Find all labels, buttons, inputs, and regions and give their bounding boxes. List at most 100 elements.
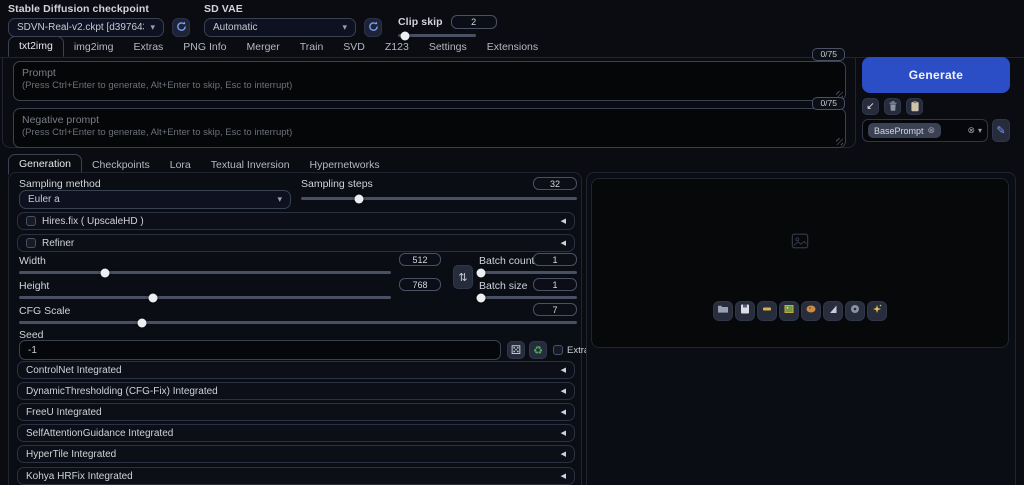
- output-gallery: [591, 178, 1009, 348]
- refiner-checkbox[interactable]: [26, 238, 36, 248]
- hires-fix-accordion[interactable]: Hires.fix ( UpscaleHD ) ◀: [17, 212, 575, 230]
- negative-prompt-textarea[interactable]: Negative prompt (Press Ctrl+Enter to gen…: [13, 108, 846, 148]
- sampling-steps-label: Sampling steps: [301, 178, 373, 190]
- upscale-button[interactable]: [867, 301, 887, 321]
- tab-extras[interactable]: Extras: [124, 38, 174, 57]
- checkpoint-dropdown[interactable]: SDVN-Real-v2.ckpt [d3976436e9] ▾: [8, 18, 164, 37]
- accordion-kohya-hrfix[interactable]: Kohya HRFix Integrated ◀: [17, 467, 575, 485]
- tab-z123[interactable]: Z123: [375, 38, 419, 57]
- save-image-button[interactable]: [735, 301, 755, 321]
- accordion-controlnet[interactable]: ControlNet Integrated ◀: [17, 361, 575, 379]
- generate-button[interactable]: Generate: [862, 57, 1010, 93]
- height-slider[interactable]: [19, 296, 391, 299]
- collapse-icon: ◀: [561, 472, 566, 480]
- clip-skip-label: Clip skip: [398, 16, 443, 28]
- open-folder-button[interactable]: [713, 301, 733, 321]
- refresh-icon: [368, 19, 379, 37]
- width-input[interactable]: [399, 253, 441, 266]
- collapse-icon: ◀: [561, 408, 566, 416]
- send-to-extras-button[interactable]: [823, 301, 843, 321]
- palette-icon: [805, 302, 817, 320]
- chevron-down-icon: ▾: [342, 22, 347, 33]
- negative-prompt-token-counter: 0/75: [812, 97, 845, 110]
- random-seed-button[interactable]: ⚄: [507, 341, 525, 359]
- accordion-self-attention-guidance[interactable]: SelfAttentionGuidance Integrated ◀: [17, 424, 575, 442]
- collapse-icon: ◀: [561, 239, 566, 247]
- tab-svd[interactable]: SVD: [333, 38, 375, 57]
- sampling-steps-slider[interactable]: [301, 197, 577, 200]
- vae-dropdown[interactable]: Automatic ▾: [204, 18, 356, 37]
- save-zip-button[interactable]: [757, 301, 777, 321]
- main-tab-bar: txt2img img2img Extras PNG Info Merger T…: [0, 38, 1024, 58]
- cfg-scale-input[interactable]: [533, 303, 577, 316]
- vae-value: Automatic: [213, 22, 257, 33]
- seed-input[interactable]: [19, 340, 501, 360]
- slider-thumb[interactable]: [137, 318, 146, 327]
- refresh-icon: [176, 19, 187, 37]
- tab-png-info[interactable]: PNG Info: [173, 38, 236, 57]
- hires-fix-checkbox[interactable]: [26, 216, 36, 226]
- sampling-method-dropdown[interactable]: Euler a ▾: [19, 190, 291, 209]
- generate-column: Generate ↙ BasePrompt ⊗ ⊗ ▾: [862, 57, 1010, 142]
- style-chip[interactable]: BasePrompt ⊗: [868, 123, 941, 138]
- reuse-seed-button[interactable]: ♻: [529, 341, 547, 359]
- accordion-freeu[interactable]: FreeU Integrated ◀: [17, 403, 575, 421]
- clip-skip-slider[interactable]: [398, 34, 476, 37]
- tab-extensions[interactable]: Extensions: [477, 38, 548, 57]
- remove-style-icon[interactable]: ⊗: [928, 125, 936, 136]
- save-icon: [739, 302, 751, 320]
- tab-img2img[interactable]: img2img: [64, 38, 124, 57]
- slider-thumb[interactable]: [476, 293, 485, 302]
- prompt-token-counter: 0/75: [812, 48, 845, 61]
- tab-train[interactable]: Train: [290, 38, 334, 57]
- recycle-icon: ♻: [533, 344, 543, 357]
- slider-thumb[interactable]: [354, 194, 363, 203]
- apply-styles-button[interactable]: [906, 98, 923, 115]
- sampling-steps-input[interactable]: [533, 177, 577, 190]
- refiner-label: Refiner: [42, 238, 74, 249]
- send-to-canvas-button[interactable]: [845, 301, 865, 321]
- image-icon: [783, 302, 795, 320]
- slider-thumb[interactable]: [148, 293, 157, 302]
- trash-icon: [888, 100, 898, 114]
- output-panel: [586, 172, 1016, 485]
- gallery-toolbar: [713, 301, 887, 321]
- send-to-inpaint-button[interactable]: [801, 301, 821, 321]
- batch-count-input[interactable]: [533, 253, 577, 266]
- accordion-dynamic-thresholding[interactable]: DynamicThresholding (CFG-Fix) Integrated…: [17, 382, 575, 400]
- width-slider[interactable]: [19, 271, 391, 274]
- refiner-accordion[interactable]: Refiner ◀: [17, 234, 575, 252]
- sampling-method-label: Sampling method: [19, 178, 101, 190]
- accordion-label: SelfAttentionGuidance Integrated: [26, 428, 173, 439]
- swap-dimensions-button[interactable]: ⇅: [453, 265, 473, 289]
- prompt-textarea[interactable]: Prompt (Press Ctrl+Enter to generate, Al…: [13, 61, 846, 101]
- batch-size-input[interactable]: [533, 278, 577, 291]
- cfg-scale-slider[interactable]: [19, 321, 577, 324]
- batch-count-slider[interactable]: [479, 271, 577, 274]
- clipboard-icon: [910, 100, 920, 114]
- refresh-checkpoint-button[interactable]: [172, 18, 190, 37]
- clear-prompt-button[interactable]: [884, 98, 901, 115]
- accordion-label: HyperTile Integrated: [26, 449, 116, 460]
- tab-settings[interactable]: Settings: [419, 38, 477, 57]
- batch-size-slider[interactable]: [479, 296, 577, 299]
- accordion-hypertile[interactable]: HyperTile Integrated ◀: [17, 445, 575, 463]
- clear-styles-icon[interactable]: ⊗: [967, 125, 975, 136]
- clip-skip-input[interactable]: [451, 15, 497, 29]
- refresh-vae-button[interactable]: [364, 18, 382, 37]
- extra-seed-checkbox[interactable]: [553, 345, 563, 355]
- slider-thumb[interactable]: [476, 268, 485, 277]
- tab-txt2img[interactable]: txt2img: [8, 36, 64, 57]
- height-input[interactable]: [399, 278, 441, 291]
- chevron-down-icon[interactable]: ▾: [978, 126, 982, 135]
- resize-grip-icon[interactable]: [836, 138, 843, 145]
- paste-generation-params-button[interactable]: ↙: [862, 98, 879, 115]
- collapse-icon: ◀: [561, 366, 566, 374]
- slider-thumb[interactable]: [100, 268, 109, 277]
- negative-prompt-placeholder-hint: (Press Ctrl+Enter to generate, Alt+Enter…: [22, 127, 837, 138]
- edit-styles-button[interactable]: ✎: [992, 119, 1010, 142]
- send-to-img2img-button[interactable]: [779, 301, 799, 321]
- styles-dropdown[interactable]: BasePrompt ⊗ ⊗ ▾: [862, 119, 988, 142]
- collapse-icon: ◀: [561, 217, 566, 225]
- tab-merger[interactable]: Merger: [236, 38, 289, 57]
